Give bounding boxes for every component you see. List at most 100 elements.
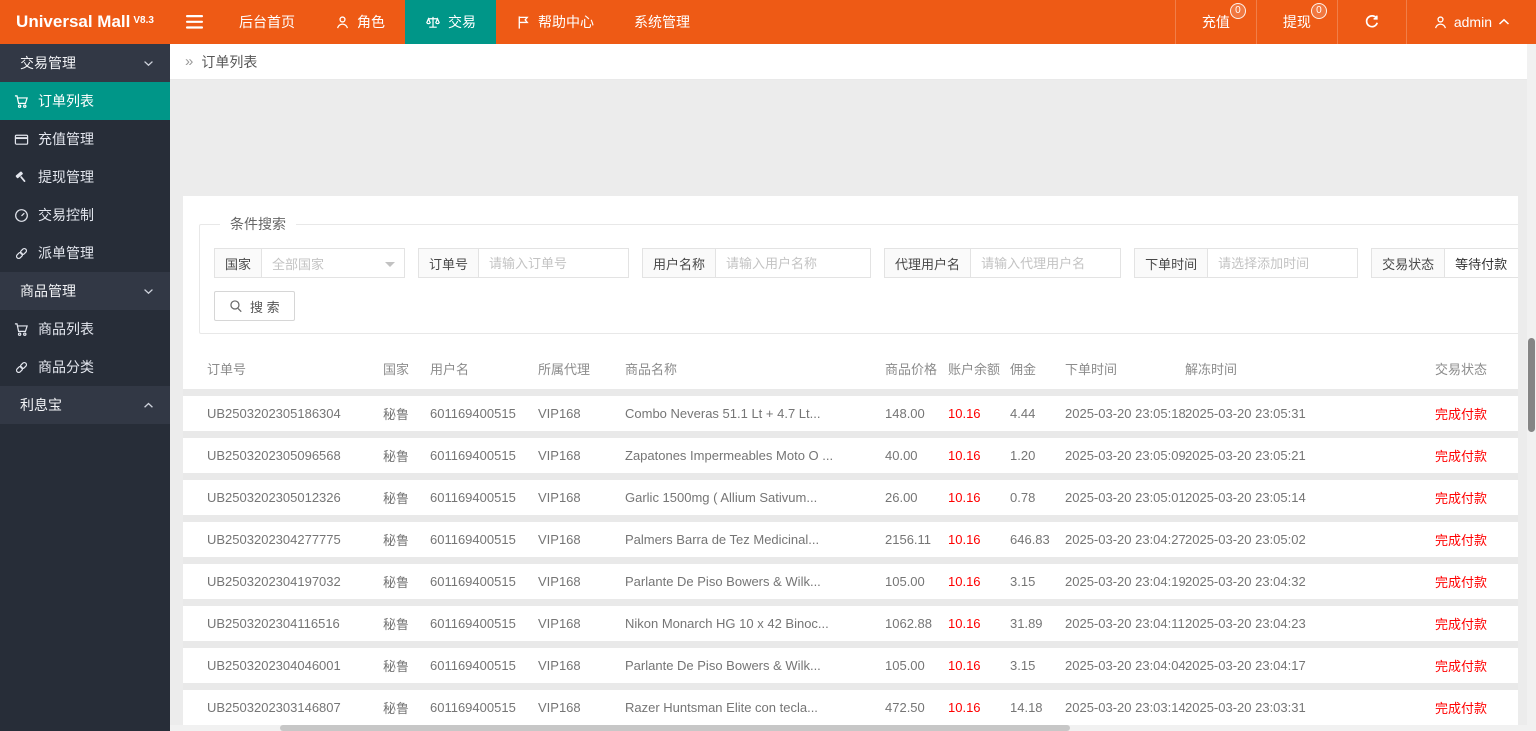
cell-status: 完成付款 — [1435, 617, 1488, 632]
sidebar-item-trade-control[interactable]: 交易控制 — [0, 196, 170, 234]
cell-balance: 10.16 — [948, 700, 981, 715]
row-separator — [183, 515, 1518, 522]
sidebar-item-dispatch-management[interactable]: 派单管理 — [0, 234, 170, 272]
scales-icon — [425, 15, 441, 30]
breadcrumb: » 订单列表 — [170, 44, 1536, 80]
user-icon — [1433, 15, 1448, 30]
dropdown-arrow-icon — [385, 262, 396, 272]
orders-card: 条件搜索 国家 全部国家 订单号 用户名称 — [183, 196, 1518, 725]
user-icon — [335, 15, 350, 30]
cell-price: 105.00 — [885, 574, 925, 589]
table-row: UB2503202304046001 秘鲁 601169400515 VIP16… — [183, 648, 1518, 683]
nav-item-label: 后台首页 — [239, 14, 295, 30]
cell-status: 完成付款 — [1435, 659, 1488, 674]
app-version: V8.3 — [133, 14, 154, 26]
cell-agent: VIP168 — [538, 700, 581, 715]
cell-balance: 10.16 — [948, 490, 981, 505]
cell-commission: 14.18 — [1010, 700, 1043, 715]
recharge-badge: 0 — [1229, 3, 1246, 19]
nav-item-roles[interactable]: 角色 — [315, 0, 405, 44]
cell-agent: VIP168 — [538, 532, 581, 547]
withdraw-button[interactable]: 提现 0 — [1255, 0, 1337, 44]
user-menu[interactable]: admin — [1405, 0, 1536, 44]
nav-item-help-center[interactable]: 帮助中心 — [496, 0, 614, 44]
nav-item-system[interactable]: 系统管理 — [614, 0, 710, 44]
cell-balance: 10.16 — [948, 448, 981, 463]
cell-price: 105.00 — [885, 658, 925, 673]
cell-order-no: UB2503202305012326 — [207, 490, 341, 505]
chevron-down-icon — [143, 288, 154, 295]
filter-row: 国家 全部国家 订单号 用户名称 代理用户名 — [214, 248, 1518, 278]
main-menu: 后台首页 角色 交易 帮助中心 系统管理 — [170, 0, 1175, 44]
gavel-icon — [14, 170, 29, 185]
cart-icon — [14, 94, 29, 109]
sidebar-item-order-list[interactable]: 订单列表 — [0, 82, 170, 120]
sidebar-group-trade-management[interactable]: 交易管理 — [0, 44, 170, 82]
nav-item-dashboard[interactable]: 后台首页 — [219, 0, 315, 44]
col-unfreeze-time: 解冻时间 — [1185, 361, 1238, 377]
cell-commission: 3.15 — [1010, 574, 1036, 589]
search-button[interactable]: 搜 索 — [214, 291, 295, 321]
vertical-scrollbar[interactable] — [1527, 44, 1536, 731]
search-conditions-fieldset: 条件搜索 国家 全部国家 订单号 用户名称 — [199, 214, 1518, 334]
cart-icon — [14, 322, 29, 337]
country-select[interactable]: 全部国家 — [262, 248, 406, 278]
filter-agent-label: 代理用户名 — [884, 248, 972, 278]
cell-agent: VIP168 — [538, 658, 581, 673]
cell-commission: 646.83 — [1010, 532, 1050, 547]
navbar-actions: 充值 0 提现 0 admin — [1174, 0, 1536, 44]
nav-item-label: 帮助中心 — [538, 14, 594, 30]
cell-commission: 0.78 — [1010, 490, 1036, 505]
cell-country: 秘鲁 — [383, 575, 410, 590]
horizontal-scrollbar-thumb[interactable] — [280, 725, 1070, 731]
cell-username: 601169400515 — [430, 490, 516, 505]
trade-status-select[interactable]: 等待付款 — [1445, 248, 1518, 278]
cell-order-time: 2025-03-20 23:04:11 — [1065, 616, 1185, 631]
cell-order-no: UB2503202305096568 — [207, 448, 341, 463]
row-separator — [183, 431, 1518, 438]
filter-country-label: 国家 — [214, 248, 263, 278]
username-input[interactable] — [716, 248, 872, 278]
refresh-icon — [1364, 14, 1380, 30]
agent-username-input[interactable] — [971, 248, 1122, 278]
sidebar-group-product-management[interactable]: 商品管理 — [0, 272, 170, 310]
filter-status-label: 交易状态 — [1371, 248, 1446, 278]
vertical-scrollbar-thumb[interactable] — [1528, 338, 1535, 432]
nav-item-trade[interactable]: 交易 — [405, 0, 496, 44]
cell-username: 601169400515 — [430, 532, 516, 547]
link-icon — [14, 246, 29, 261]
cell-country: 秘鲁 — [383, 533, 410, 548]
country-select-value: 全部国家 — [272, 256, 325, 272]
sidebar-item-withdraw-management[interactable]: 提现管理 — [0, 158, 170, 196]
cell-agent: VIP168 — [538, 406, 581, 421]
trade-status-select-value: 等待付款 — [1455, 256, 1508, 272]
sidebar-item-label: 交易控制 — [38, 207, 94, 223]
sidebar-group-interest-treasure[interactable]: 利息宝 — [0, 386, 170, 424]
cell-product-name: Palmers Barra de Tez Medicinal... — [625, 532, 820, 547]
cell-unfreeze-time: 2025-03-20 23:04:23 — [1185, 616, 1306, 631]
cell-product-name: Nikon Monarch HG 10 x 42 Binoc... — [625, 616, 829, 631]
table-row: UB2503202304197032 秘鲁 601169400515 VIP16… — [183, 564, 1518, 599]
col-price: 商品价格 — [885, 361, 938, 377]
cell-order-time: 2025-03-20 23:04:27 — [1065, 532, 1185, 547]
order-time-input[interactable] — [1208, 248, 1359, 278]
sidebar-item-product-category[interactable]: 商品分类 — [0, 348, 170, 386]
cell-username: 601169400515 — [430, 616, 516, 631]
row-separator — [183, 599, 1518, 606]
recharge-button[interactable]: 充值 0 — [1174, 0, 1256, 44]
sidebar-item-product-list[interactable]: 商品列表 — [0, 310, 170, 348]
top-navbar: Universal Mall V8.3 后台首页 角色 交易 帮助中心 系统管理… — [0, 0, 1536, 44]
sidebar-item-label: 商品分类 — [38, 359, 94, 375]
table-row: UB2503202305096568 秘鲁 601169400515 VIP16… — [183, 438, 1518, 473]
horizontal-scrollbar[interactable] — [170, 725, 1527, 731]
filter-order-no: 订单号 — [418, 248, 630, 278]
order-no-input[interactable] — [479, 248, 630, 278]
refresh-button[interactable] — [1336, 0, 1406, 44]
menu-toggle-button[interactable] — [170, 0, 219, 44]
sidebar-item-recharge-management[interactable]: 充值管理 — [0, 120, 170, 158]
cell-unfreeze-time: 2025-03-20 23:05:31 — [1185, 406, 1306, 421]
cell-commission: 4.44 — [1010, 406, 1036, 421]
row-separator — [183, 473, 1518, 480]
username-label: admin — [1453, 14, 1492, 30]
flag-icon — [516, 15, 531, 30]
